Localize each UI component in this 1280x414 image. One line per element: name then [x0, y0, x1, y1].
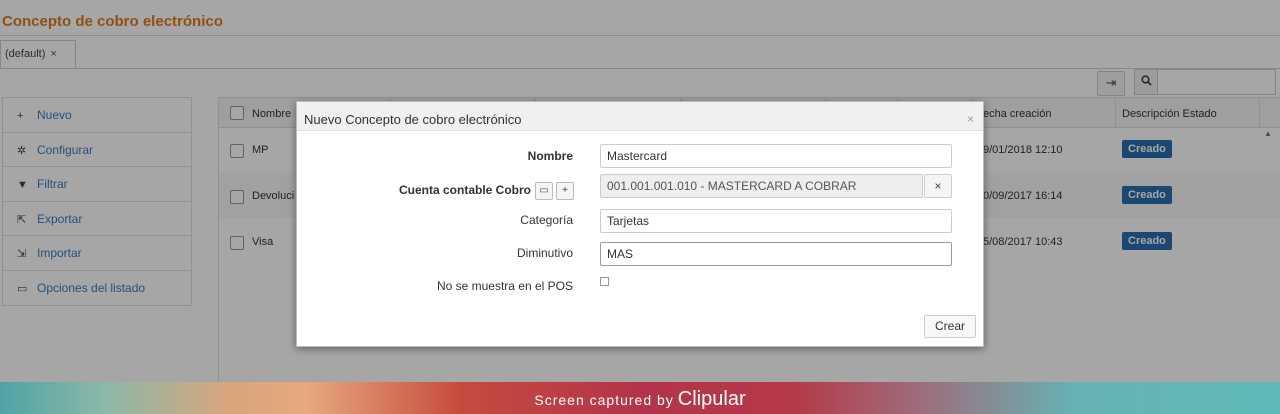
add-account-button[interactable]: + — [556, 182, 574, 200]
clear-account-button[interactable]: × — [924, 174, 952, 198]
new-concept-dialog: Nuevo Concepto de cobro electrónico × No… — [296, 101, 984, 347]
diminutivo-input[interactable]: MAS — [600, 242, 952, 266]
cuenta-label: Cuenta contable Cobro — [398, 183, 531, 197]
nombre-input[interactable]: Mastercard — [600, 144, 952, 168]
dialog-header: Nuevo Concepto de cobro electrónico × — [297, 102, 983, 131]
pos-label: No se muestra en el POS — [436, 279, 573, 293]
crear-button[interactable]: Crear — [924, 315, 976, 338]
capture-banner: Screen captured by Clipular — [0, 382, 1280, 414]
plus-icon: + — [562, 185, 568, 196]
nombre-label: Nombre — [527, 149, 573, 163]
print-icon: ▭ — [539, 185, 549, 196]
capture-banner-text: Screen captured by Clipular — [0, 388, 1280, 411]
categoria-input[interactable]: Tarjetas — [600, 209, 952, 233]
dialog-title: Nuevo Concepto de cobro electrónico — [304, 112, 522, 127]
clipular-logo: Clipular — [677, 388, 746, 410]
close-icon[interactable]: × — [967, 112, 974, 126]
categoria-label: Categoría — [520, 213, 573, 227]
search-account-button[interactable]: ▭ — [535, 182, 553, 200]
capture-caption: Screen captured by — [534, 392, 674, 408]
cuenta-input[interactable]: 001.001.001.010 - MASTERCARD A COBRAR — [600, 174, 923, 198]
pos-checkbox[interactable] — [600, 277, 609, 286]
diminutivo-label: Diminutivo — [516, 246, 573, 260]
